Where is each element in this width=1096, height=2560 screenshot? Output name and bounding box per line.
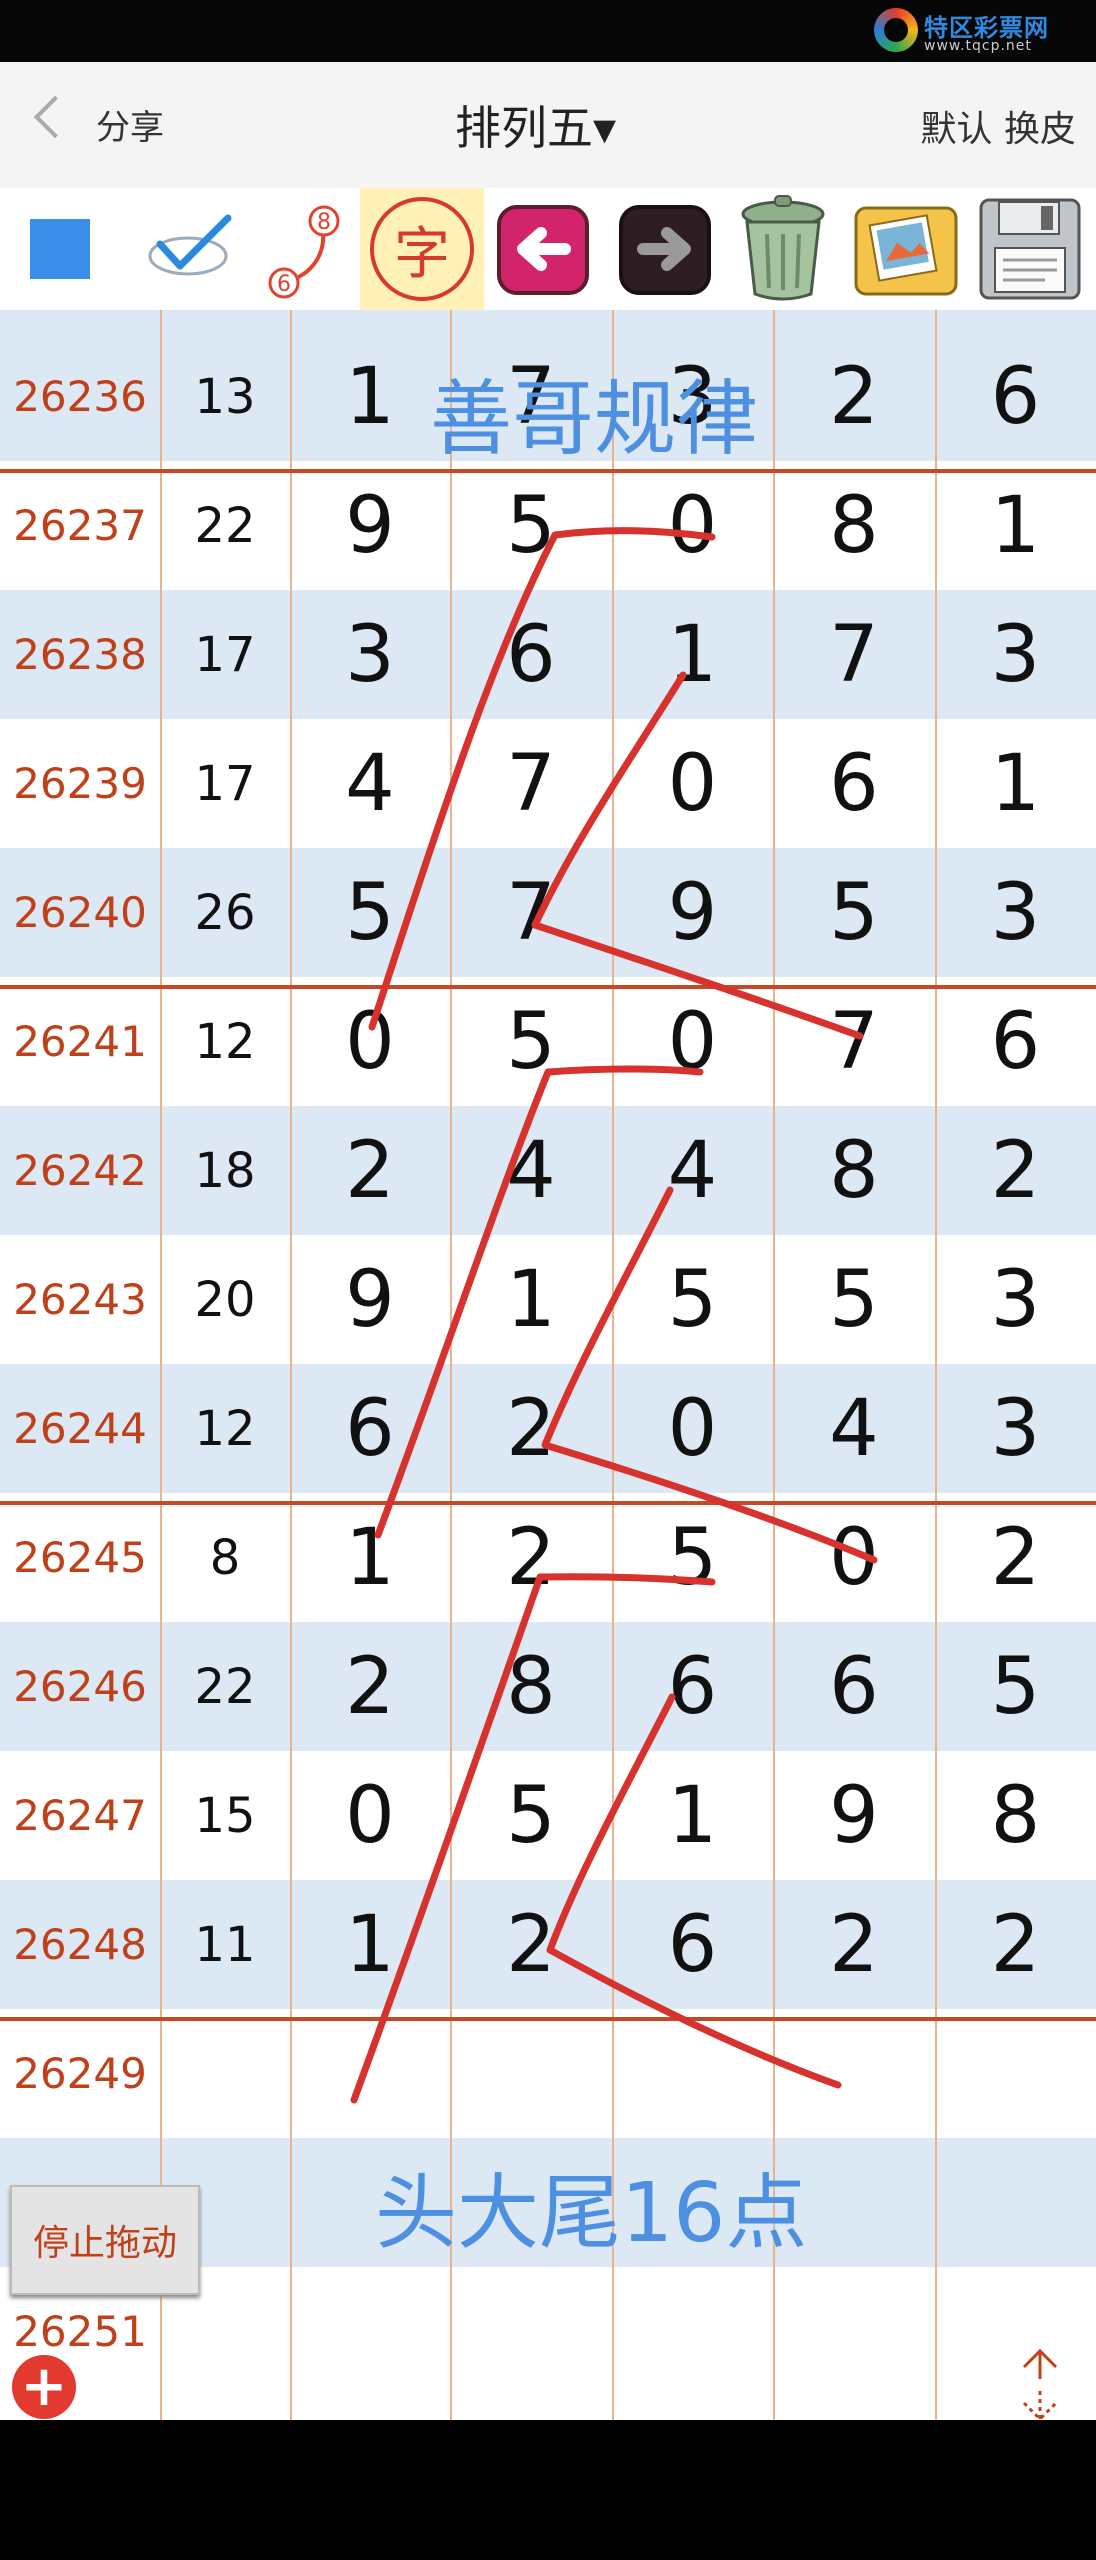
text-tool-icon[interactable]: 字 [360,188,484,310]
text-tool-glyph: 字 [370,197,474,301]
redo-tool-icon[interactable] [610,188,720,310]
pen-check-tool-icon[interactable] [130,188,250,310]
status-bar: 特区彩票网 www.tqcp.net [0,0,1096,62]
link-badge-b: 6 [277,272,291,297]
undo-tool-icon[interactable] [488,188,598,310]
save-tool-icon[interactable] [970,188,1090,310]
back-chevron-icon[interactable] [33,95,77,139]
square-tool-icon[interactable] [10,188,110,310]
vertical-scroll-arrows-icon[interactable] [1010,2345,1070,2425]
draw-chart-table: 26236 13 1 7 3 2 6 26237 22 9 5 0 8 1 26238 17 3 6 1 7 3 2623… [0,310,1096,2420]
link-badge-a: 8 [317,210,331,235]
watermark-url: www.tqcp.net [924,38,1032,54]
picture-tool-icon[interactable] [843,188,968,310]
share-button[interactable]: 分享 [96,100,164,149]
nav-bar: 分享 排列五▾ 默认 换皮 [0,62,1096,189]
logo-icon [874,8,918,52]
add-plus-icon[interactable]: + [12,2355,76,2419]
trash-tool-icon[interactable] [725,188,840,310]
annotation-title: 善哥规律 [430,372,759,467]
bottom-black-bar [0,2420,1096,2560]
site-watermark: 特区彩票网 www.tqcp.net [874,6,1084,58]
annotation-prediction: 头大尾16点 [375,2166,808,2261]
theme-switch-button[interactable]: 默认 换皮 [921,100,1076,152]
stop-drag-button[interactable]: 停止拖动 [10,2185,200,2295]
lottery-type-dropdown[interactable]: 排列五▾ [455,92,616,158]
drawing-toolbar: 8 6 字 [0,188,1096,310]
hand-drawn-pattern-strokes [350,527,878,2104]
number-link-tool-icon[interactable]: 8 6 [255,188,355,310]
